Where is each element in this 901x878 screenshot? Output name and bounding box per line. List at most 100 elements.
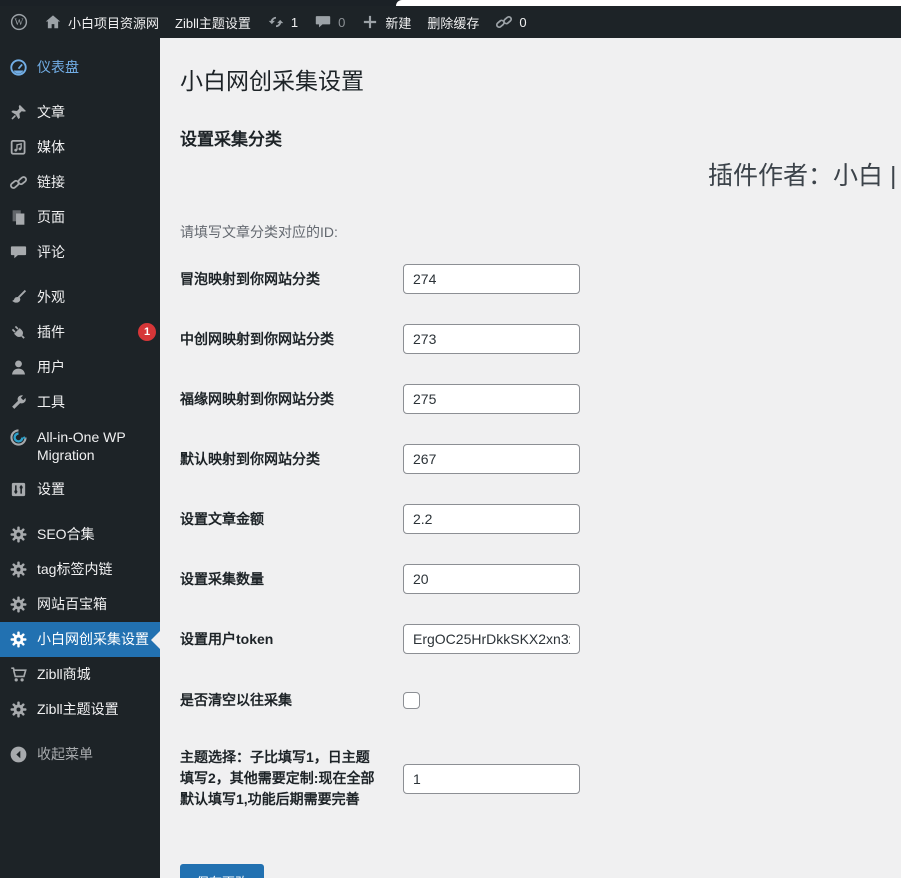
plugin-author-line: 插件作者：小白 | 项 — [708, 162, 901, 190]
sidebar-item[interactable]: 媒体 — [0, 130, 160, 165]
field-label: 默认映射到你网站分类 — [180, 451, 320, 467]
comment-count: 0 — [338, 14, 346, 30]
field-input[interactable] — [403, 264, 580, 294]
field-input[interactable] — [403, 564, 580, 594]
home-icon — [44, 13, 62, 31]
users-icon — [9, 358, 28, 377]
field-label: 设置采集数量 — [180, 571, 264, 587]
update-count: 1 — [290, 14, 299, 30]
updates-link[interactable]: 1 — [267, 13, 298, 31]
clear-history-checkbox[interactable] — [403, 692, 420, 709]
link-count: 0 — [519, 14, 527, 30]
form-field-row: 是否清空以往采集 — [180, 690, 901, 711]
update-icon — [267, 13, 285, 31]
admin-bar: W 小白项目资源网 Zibll主题设置 1 0 新建 删除缓存 0 — [0, 6, 901, 38]
dashboard-icon — [9, 58, 28, 77]
browser-edge-strip-white — [396, 0, 901, 6]
sidebar-item-label: Zibll商城 — [37, 666, 91, 682]
sidebar-item-label: 网站百宝箱 — [37, 596, 107, 612]
sidebar-item[interactable]: 外观 — [0, 280, 160, 315]
field-input[interactable] — [403, 624, 580, 654]
appearance-icon — [9, 288, 28, 307]
field-label: 设置文章金额 — [180, 511, 264, 527]
clear-cache-link[interactable]: 删除缓存 — [427, 13, 479, 32]
form-field-row: 中创网映射到你网站分类 — [180, 324, 901, 354]
theme-settings-link[interactable]: Zibll主题设置 — [175, 13, 251, 32]
sidebar-item[interactable]: Zibll商城 — [0, 657, 160, 692]
field-label: 福缘网映射到你网站分类 — [180, 391, 334, 407]
sidebar-item-label: 工具 — [37, 394, 65, 410]
settings-icon — [9, 480, 28, 499]
form-field-row: 设置采集数量 — [180, 564, 901, 594]
chain-icon — [495, 13, 513, 31]
sidebar-item[interactable]: 收起菜单 — [0, 737, 160, 772]
links-icon — [9, 173, 28, 192]
save-changes-button[interactable]: 保存更改 — [180, 864, 265, 878]
sidebar-item-label: All-in-One WP Migration — [37, 429, 126, 463]
sidebar-item-label: 链接 — [37, 174, 65, 190]
sidebar-item-label: 页面 — [37, 209, 65, 225]
form-field-row: 冒泡映射到你网站分类 — [180, 264, 901, 294]
browser-edge-strip — [0, 0, 901, 6]
sidebar-item[interactable]: 设置 — [0, 472, 160, 507]
sidebar-item[interactable]: 网站百宝箱 — [0, 587, 160, 622]
main-content: 小白网创采集设置 设置采集分类 插件作者：小白 | 项 请填写文章分类对应的ID… — [160, 38, 901, 878]
sidebar-item[interactable]: 链接 — [0, 165, 160, 200]
update-count-badge: 1 — [138, 323, 156, 341]
comments-link[interactable]: 0 — [314, 13, 345, 31]
cart-icon — [9, 665, 28, 684]
field-label: 主题选择：子比填写1，日主题填写2，其他需要定制:现在全部默认填写1,功能后期需… — [180, 749, 375, 807]
site-home-link[interactable]: 小白项目资源网 — [44, 13, 159, 32]
pages-icon — [9, 208, 28, 227]
category-id-hint: 请填写文章分类对应的ID: — [180, 224, 338, 240]
gear-icon — [9, 525, 28, 544]
sidebar-item-label: Zibll主题设置 — [37, 701, 119, 717]
sidebar-item-current[interactable]: 小白网创采集设置 — [0, 622, 160, 657]
sidebar-item-label: tag标签内链 — [37, 561, 113, 577]
tools-icon — [9, 393, 28, 412]
gear-icon — [9, 700, 28, 719]
field-input[interactable] — [403, 324, 580, 354]
migration-icon — [9, 428, 28, 447]
sidebar-item[interactable]: 文章 — [0, 95, 160, 130]
sidebar-item[interactable]: 插件 1 — [0, 315, 160, 350]
sidebar-item[interactable]: 用户 — [0, 350, 160, 385]
comment-icon — [314, 13, 332, 31]
field-input[interactable] — [403, 384, 580, 414]
clear-cache-label: 删除缓存 — [427, 15, 480, 31]
sidebar-item-label: 用户 — [37, 359, 65, 375]
section-title: 设置采集分类 — [180, 130, 282, 149]
theme-settings-label: Zibll主题设置 — [175, 15, 251, 31]
sidebar-item-label: 外观 — [37, 289, 65, 305]
sidebar-item-label: 收起菜单 — [37, 746, 93, 762]
form-field-row: 默认映射到你网站分类 — [180, 444, 901, 474]
field-input[interactable] — [403, 444, 580, 474]
sidebar-item[interactable]: SEO合集 — [0, 517, 160, 552]
wordpress-menu-button[interactable]: W — [10, 13, 28, 31]
sidebar-item[interactable]: 工具 — [0, 385, 160, 420]
sidebar-item-label: SEO合集 — [37, 526, 95, 542]
page-title: 小白网创采集设置 — [180, 68, 364, 94]
sidebar-item[interactable]: tag标签内链 — [0, 552, 160, 587]
sidebar-item[interactable]: All-in-One WP Migration — [0, 420, 160, 472]
links-count[interactable]: 0 — [495, 13, 527, 31]
wordpress-icon: W — [10, 13, 28, 31]
sidebar-item[interactable]: 页面 — [0, 200, 160, 235]
theme-select-input[interactable] — [403, 763, 580, 794]
field-input[interactable] — [403, 504, 580, 534]
collapse-icon — [9, 745, 28, 764]
sidebar-item-label: 文章 — [37, 104, 65, 120]
form-field-row: 主题选择：子比填写1，日主题填写2，其他需要定制:现在全部默认填写1,功能后期需… — [180, 747, 901, 810]
form-field-row: 设置用户token — [180, 624, 901, 654]
new-content-link[interactable]: 新建 — [361, 13, 411, 32]
sidebar-item[interactable]: 仪表盘 — [0, 50, 160, 85]
sidebar-item-label: 评论 — [37, 244, 65, 260]
settings-form: 冒泡映射到你网站分类 中创网映射到你网站分类 福缘网映射到你网站分类 默认映射到… — [180, 264, 901, 654]
sidebar-item[interactable]: Zibll主题设置 — [0, 692, 160, 727]
sidebar-item[interactable]: 评论 — [0, 235, 160, 270]
svg-text:W: W — [15, 18, 24, 28]
plugin-icon — [9, 323, 28, 342]
field-label: 冒泡映射到你网站分类 — [180, 271, 320, 287]
comment-icon — [9, 243, 28, 262]
field-label: 是否清空以往采集 — [180, 692, 292, 708]
